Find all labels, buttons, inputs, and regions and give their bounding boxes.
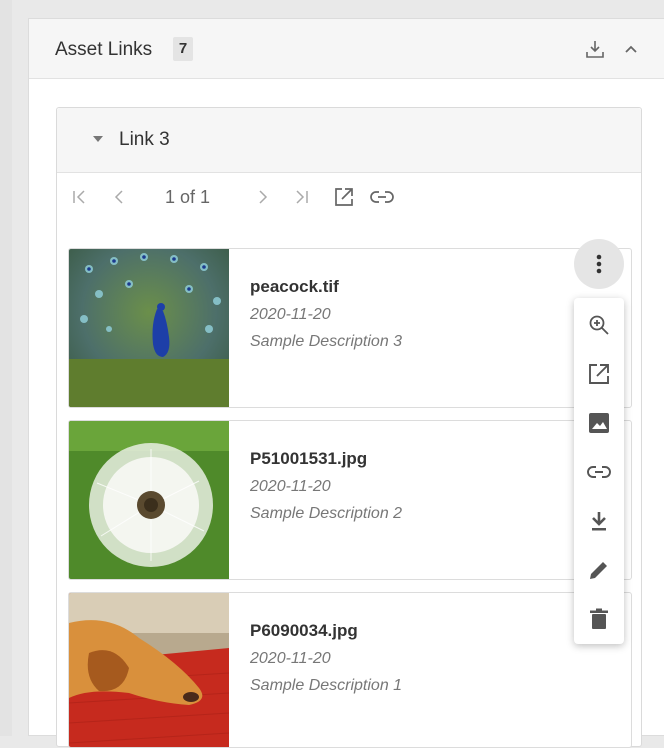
prev-page-icon[interactable] xyxy=(109,186,129,208)
last-page-icon[interactable] xyxy=(290,186,312,208)
peacock-thumbnail xyxy=(69,249,229,407)
panel-title: Asset Links xyxy=(55,39,153,60)
asset-card[interactable]: P51001531.jpg 2020-11-20 Sample Descript… xyxy=(68,420,632,580)
link-icon[interactable] xyxy=(369,186,395,208)
asset-date: 2020-11-20 xyxy=(250,306,331,323)
next-page-icon[interactable] xyxy=(253,186,273,208)
asset-links-panel: Asset Links 7 Link 3 1 of 1 peacock.tif … xyxy=(28,18,664,748)
asset-filename: P6090034.jpg xyxy=(250,621,358,640)
download-icon[interactable] xyxy=(585,507,613,535)
caret-down-icon[interactable] xyxy=(93,136,103,142)
image-icon[interactable] xyxy=(585,409,613,437)
pager: 1 of 1 xyxy=(57,172,641,222)
sleeping-dog-thumbnail xyxy=(69,593,229,747)
link-title: Link 3 xyxy=(119,129,170,150)
delete-icon[interactable] xyxy=(585,605,613,633)
left-gutter xyxy=(0,0,12,736)
open-external-icon[interactable] xyxy=(332,186,356,208)
dandelion-thumbnail xyxy=(69,421,229,579)
asset-card[interactable]: peacock.tif 2020-11-20 Sample Descriptio… xyxy=(68,248,632,408)
context-menu xyxy=(574,298,624,644)
asset-date: 2020-11-20 xyxy=(250,650,331,667)
open-external-icon[interactable] xyxy=(585,360,613,388)
asset-filename: peacock.tif xyxy=(250,277,339,296)
more-options-button[interactable] xyxy=(574,239,624,289)
page-indicator: 1 of 1 xyxy=(165,186,211,207)
download-icon[interactable] xyxy=(583,37,607,61)
asset-description: Sample Description 2 xyxy=(250,505,403,522)
panel-header[interactable]: Asset Links 7 xyxy=(29,19,664,79)
asset-card[interactable]: P6090034.jpg 2020-11-20 Sample Descripti… xyxy=(68,592,632,748)
link-icon[interactable] xyxy=(585,458,613,486)
count-badge: 7 xyxy=(173,37,193,61)
asset-description: Sample Description 3 xyxy=(250,333,403,350)
asset-filename: P51001531.jpg xyxy=(250,449,368,468)
asset-description: Sample Description 1 xyxy=(250,677,403,694)
more-vert-icon xyxy=(596,254,602,274)
chevron-up-icon[interactable] xyxy=(619,37,643,61)
zoom-in-icon[interactable] xyxy=(585,311,613,339)
first-page-icon[interactable] xyxy=(69,186,91,208)
asset-date: 2020-11-20 xyxy=(250,478,331,495)
link-section: Link 3 1 of 1 peacock.tif 2020-11-20 Sam… xyxy=(56,107,642,748)
edit-icon[interactable] xyxy=(585,556,613,584)
link-header[interactable]: Link 3 xyxy=(57,108,641,173)
